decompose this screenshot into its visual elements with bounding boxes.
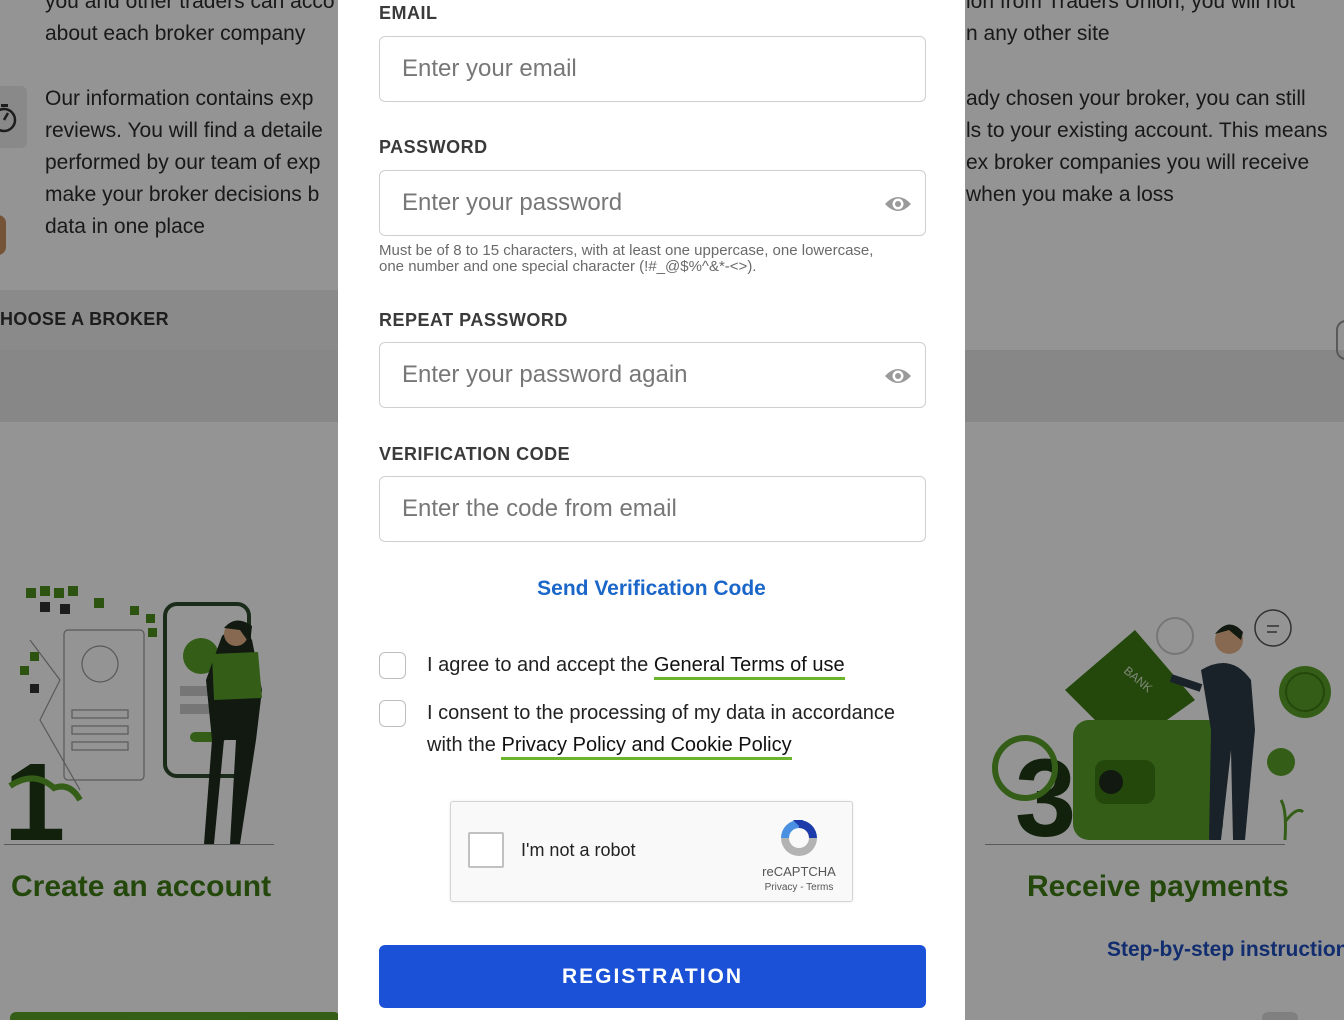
registration-button[interactable]: REGISTRATION bbox=[379, 945, 926, 1008]
terms-text: I agree to and accept the General Terms … bbox=[427, 649, 845, 681]
terms-checkbox[interactable] bbox=[379, 652, 406, 679]
recaptcha-logo-icon bbox=[781, 820, 817, 856]
password-label: PASSWORD bbox=[379, 137, 488, 157]
password-field[interactable] bbox=[380, 171, 925, 235]
recaptcha-checkbox[interactable] bbox=[468, 832, 504, 868]
general-terms-link[interactable]: General Terms of use bbox=[653, 654, 845, 680]
show-password-eye-icon[interactable] bbox=[883, 192, 913, 216]
email-field[interactable] bbox=[380, 37, 925, 101]
repeat-password-field[interactable] bbox=[380, 343, 925, 407]
password-field-wrapper bbox=[379, 170, 926, 236]
send-verification-code-link[interactable]: Send Verification Code bbox=[338, 577, 965, 601]
email-field-wrapper bbox=[379, 36, 926, 102]
registration-modal: EMAIL PASSWORD Must be of 8 to 15 charac… bbox=[338, 0, 965, 1020]
password-hint: Must be of 8 to 15 characters, with at l… bbox=[379, 242, 874, 275]
repeat-password-label: REPEAT PASSWORD bbox=[379, 310, 568, 330]
verification-code-field-wrapper bbox=[379, 476, 926, 542]
recaptcha-link-separator: - bbox=[797, 882, 807, 893]
terms-consent-row: I agree to and accept the General Terms … bbox=[379, 649, 939, 683]
email-label: EMAIL bbox=[379, 3, 438, 23]
privacy-policy-link[interactable]: Privacy Policy and Cookie Policy bbox=[501, 734, 792, 760]
privacy-text: I consent to the processing of my data i… bbox=[427, 697, 897, 761]
recaptcha-privacy-link[interactable]: Privacy bbox=[765, 882, 798, 893]
recaptcha-links: Privacy - Terms bbox=[751, 882, 847, 893]
repeat-password-field-wrapper bbox=[379, 342, 926, 408]
verification-code-label: VERIFICATION CODE bbox=[379, 444, 571, 464]
privacy-checkbox[interactable] bbox=[379, 700, 406, 727]
show-repeat-password-eye-icon[interactable] bbox=[883, 364, 913, 388]
recaptcha-label: I'm not a robot bbox=[521, 840, 636, 860]
recaptcha-terms-link[interactable]: Terms bbox=[806, 882, 833, 893]
recaptcha-widget: I'm not a robot reCAPTCHA Privacy - Term… bbox=[450, 801, 853, 902]
recaptcha-brand: reCAPTCHA bbox=[762, 864, 836, 879]
verification-code-field[interactable] bbox=[380, 477, 925, 541]
privacy-consent-row: I consent to the processing of my data i… bbox=[379, 697, 939, 763]
